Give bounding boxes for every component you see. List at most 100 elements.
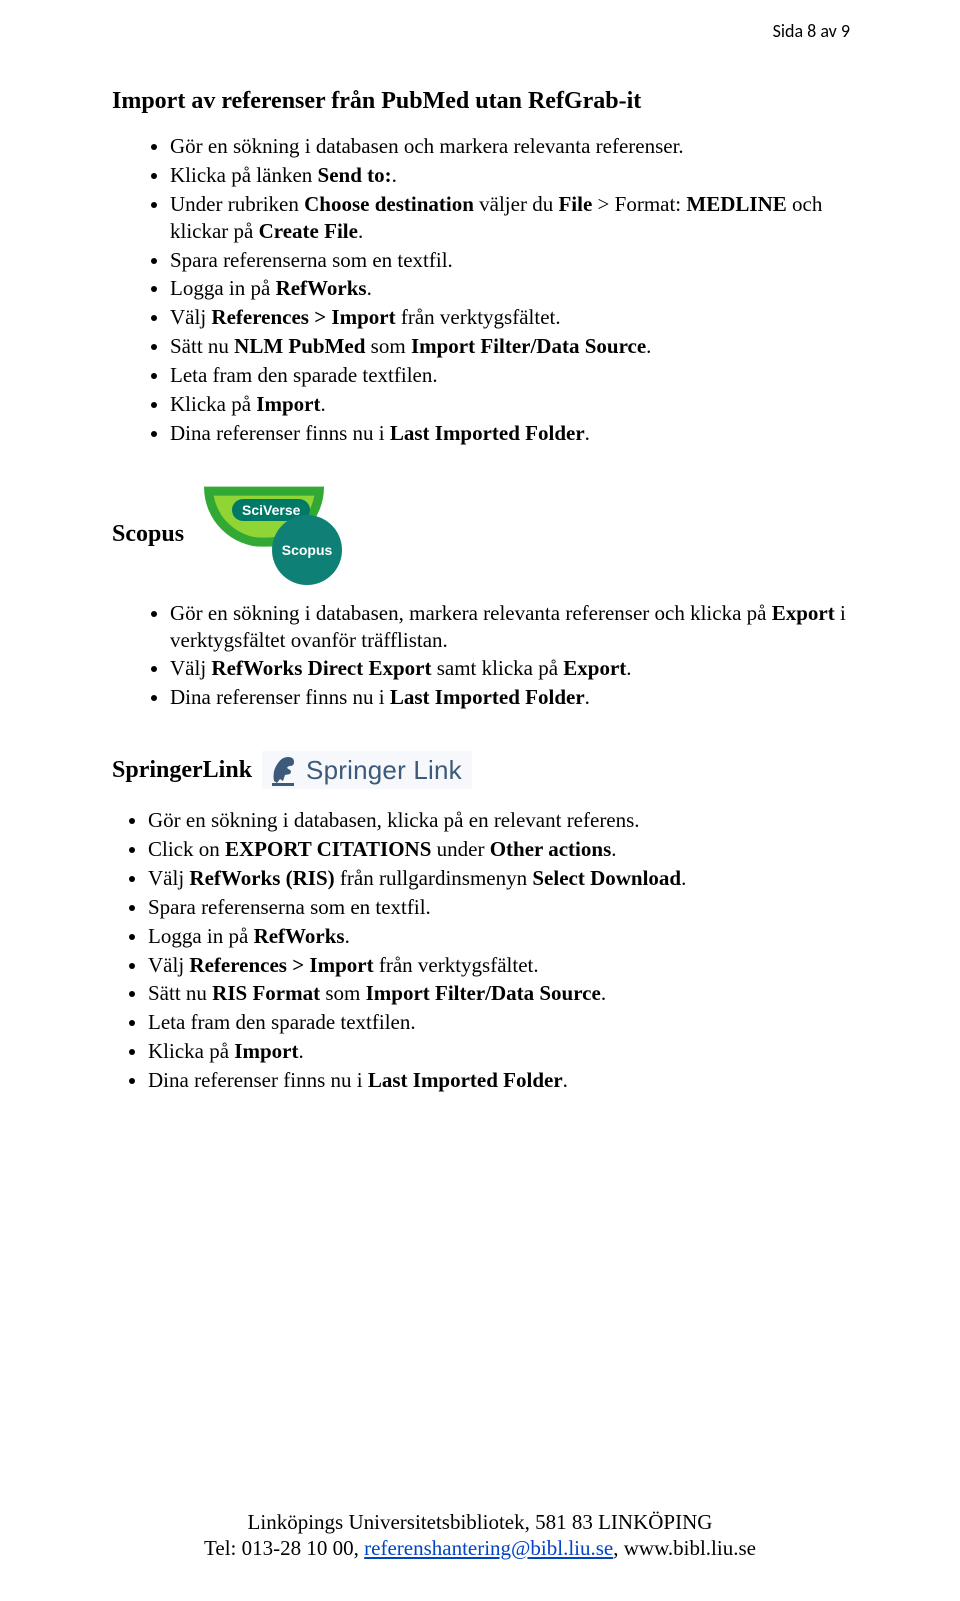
bold-term: RefWorks	[276, 276, 367, 300]
list-item: Klicka på Import.	[170, 391, 848, 418]
bold-term: Choose destination	[304, 192, 474, 216]
text-run: Spara referenserna som en textfil.	[170, 248, 453, 272]
bold-term: Import Filter/Data Source	[366, 981, 601, 1005]
list-item: Leta fram den sparade textfilen.	[148, 1009, 848, 1036]
bold-term: EXPORT CITATIONS	[225, 837, 431, 861]
text-run: .	[298, 1039, 303, 1063]
text-run: väljer du	[474, 192, 559, 216]
text-run: Gör en sökning i databasen, klicka på en…	[148, 808, 640, 832]
bold-term: RefWorks Direct Export	[211, 656, 431, 680]
section-title-scopus: Scopus SciVerse Scopus	[112, 487, 848, 582]
text-run: .	[392, 163, 397, 187]
bold-term: Select Download	[532, 866, 681, 890]
list-item: Dina referenser finns nu i Last Imported…	[170, 684, 848, 711]
text-run: Under rubriken	[170, 192, 304, 216]
bold-term: Import	[256, 392, 320, 416]
text-run: Gör en sökning i databasen och markera r…	[170, 134, 684, 158]
scopus-heading-text: Scopus	[112, 521, 184, 548]
text-run: som	[365, 334, 411, 358]
text-run: Gör en sökning i databasen, markera rele…	[170, 601, 772, 625]
text-run: Logga in på	[148, 924, 254, 948]
text-run: från verktygsfältet.	[374, 953, 539, 977]
text-run: Dina referenser finns nu i	[170, 421, 390, 445]
list-item: Dina referenser finns nu i Last Imported…	[170, 420, 848, 447]
springer-horse-icon	[268, 753, 298, 787]
bold-term: RIS Format	[212, 981, 320, 1005]
springer-logo-text: Springer Link	[306, 755, 462, 786]
scopus-circle: Scopus	[272, 515, 342, 585]
list-item: Välj RefWorks (RIS) från rullgardinsmeny…	[148, 865, 848, 892]
springer-word2: Link	[406, 755, 462, 785]
text-run: .	[563, 1068, 568, 1092]
list-item: Välj References > Import från verktygsfä…	[170, 304, 848, 331]
text-run: Klicka på	[148, 1039, 234, 1063]
list-item: Gör en sökning i databasen, klicka på en…	[148, 807, 848, 834]
text-run: Välj	[170, 656, 211, 680]
text-run: Välj	[170, 305, 211, 329]
springer-logo: Springer Link	[262, 751, 472, 789]
section-title-springerlink: SpringerLink Springer Link	[112, 751, 848, 789]
text-run: Välj	[148, 953, 189, 977]
section1-list: Gör en sökning i databasen och markera r…	[170, 133, 848, 447]
text-run: .	[681, 866, 686, 890]
list-item: Spara referenserna som en textfil.	[148, 894, 848, 921]
footer-tel: Tel: 013-28 10 00,	[204, 1536, 364, 1560]
page-footer: Linköpings Universitetsbibliotek, 581 83…	[0, 1509, 960, 1562]
bold-term: Export	[563, 656, 626, 680]
bold-term: MEDLINE	[686, 192, 786, 216]
bold-term: Send to:	[318, 163, 392, 187]
text-run: Dina referenser finns nu i	[148, 1068, 368, 1092]
list-item: Välj References > Import från verktygsfä…	[148, 952, 848, 979]
text-run: Leta fram den sparade textfilen.	[170, 363, 438, 387]
bold-term: Other actions	[490, 837, 612, 861]
bold-term: NLM PubMed	[234, 334, 365, 358]
text-run: samt klicka på	[431, 656, 563, 680]
bold-term: Last Imported Folder	[368, 1068, 563, 1092]
bold-term: Import	[234, 1039, 298, 1063]
bold-term: Last Imported Folder	[390, 685, 585, 709]
text-run: Sätt nu	[170, 334, 234, 358]
bold-term: References > Import	[189, 953, 373, 977]
text-run: Klicka på	[170, 392, 256, 416]
page-header: Sida 8 av 9	[773, 20, 850, 42]
list-item: Logga in på RefWorks.	[148, 923, 848, 950]
bold-term: Last Imported Folder	[390, 421, 585, 445]
text-run: Logga in på	[170, 276, 276, 300]
list-item: Spara referenserna som en textfil.	[170, 247, 848, 274]
bold-term: Import Filter/Data Source	[411, 334, 646, 358]
text-run: .	[611, 837, 616, 861]
text-run: .	[320, 392, 325, 416]
list-item: Dina referenser finns nu i Last Imported…	[148, 1067, 848, 1094]
bold-term: File	[558, 192, 592, 216]
text-run: Sätt nu	[148, 981, 212, 1005]
list-item: Gör en sökning i databasen och markera r…	[170, 133, 848, 160]
footer-line2: Tel: 013-28 10 00, referenshantering@bib…	[0, 1535, 960, 1561]
list-item: Under rubriken Choose destination väljer…	[170, 191, 848, 245]
text-run: .	[646, 334, 651, 358]
section2-list: Gör en sökning i databasen, markera rele…	[170, 600, 848, 712]
footer-email-link[interactable]: referenshantering@bibl.liu.se	[364, 1536, 613, 1560]
text-run: Klicka på länken	[170, 163, 318, 187]
text-run: .	[358, 219, 363, 243]
list-item: Klicka på länken Send to:.	[170, 162, 848, 189]
bold-term: References > Import	[211, 305, 395, 329]
text-run: som	[320, 981, 366, 1005]
text-run: .	[345, 924, 350, 948]
text-run: .	[601, 981, 606, 1005]
list-item: Gör en sökning i databasen, markera rele…	[170, 600, 848, 654]
sciverse-scopus-logo: SciVerse Scopus	[194, 487, 344, 582]
text-run: .	[367, 276, 372, 300]
bold-term: Create File	[259, 219, 358, 243]
list-item: Logga in på RefWorks.	[170, 275, 848, 302]
text-run: .	[626, 656, 631, 680]
text-run: .	[585, 421, 590, 445]
text-run: Leta fram den sparade textfilen.	[148, 1010, 416, 1034]
springerlink-heading-text: SpringerLink	[112, 757, 252, 784]
list-item: Leta fram den sparade textfilen.	[170, 362, 848, 389]
text-run: från rullgardinsmenyn	[335, 866, 533, 890]
section-title-pubmed: Import av referenser från PubMed utan Re…	[112, 88, 848, 115]
bold-term: Export	[772, 601, 835, 625]
text-run: från verktygsfältet.	[396, 305, 561, 329]
springer-word1: Springer	[306, 755, 406, 785]
list-item: Sätt nu RIS Format som Import Filter/Dat…	[148, 980, 848, 1007]
